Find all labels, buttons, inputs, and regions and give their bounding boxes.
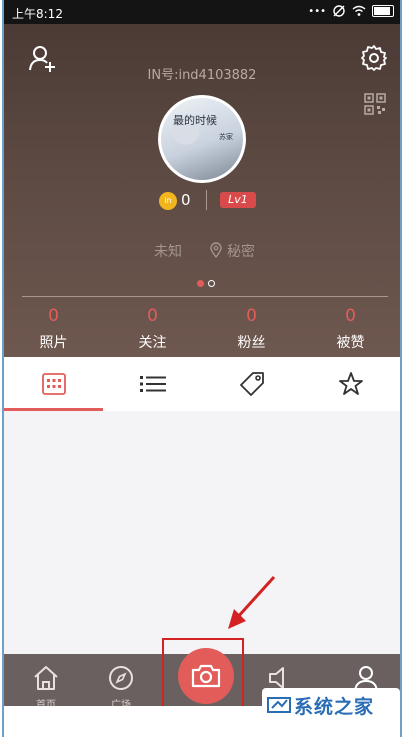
stat-value: 0 (345, 306, 356, 326)
grid-icon (41, 373, 66, 395)
level-badge[interactable]: Lv1 (220, 192, 256, 208)
location-text: 秘密 (227, 244, 255, 260)
status-bar: 上午8:12 ••• (4, 0, 400, 24)
page-indicator (197, 280, 215, 287)
wifi-icon (352, 5, 366, 16)
more-dots-icon: ••• (308, 5, 326, 17)
avatar-caption: 苏家 (219, 133, 233, 141)
tab-list[interactable] (103, 357, 202, 411)
nav-square[interactable]: 广场 (91, 654, 151, 711)
tag-icon (239, 372, 264, 396)
status-icons: ••• (308, 4, 394, 18)
annotation-highlight-box (162, 638, 244, 710)
stats-row: 0 照片 0 关注 0 粉丝 0 被赞 (4, 306, 400, 352)
stat-value: 0 (147, 306, 158, 326)
gender-text: 未知 (154, 244, 182, 260)
status-time: 上午8:12 (12, 7, 63, 21)
coin-divider (206, 190, 207, 210)
qr-code-icon[interactable] (364, 93, 386, 115)
star-icon (338, 372, 363, 395)
profile-header: IN号:ind4103882 最的时候 苏家 in 0 Lv1 未知 秘密 0 … (4, 24, 400, 357)
phone-screen: 上午8:12 ••• IN号:ind4103882 最的时候 苏家 in 0 L… (2, 0, 402, 737)
stat-label: 关注 (138, 335, 167, 351)
stat-following[interactable]: 0 关注 (103, 306, 202, 352)
stat-value: 0 (246, 306, 257, 326)
stat-label: 照片 (39, 335, 68, 351)
battery-icon (372, 5, 394, 17)
page-dot (208, 280, 215, 287)
stat-label: 粉丝 (237, 335, 266, 351)
page-dot-active (197, 280, 204, 287)
stat-likes[interactable]: 0 被赞 (301, 306, 400, 352)
nav-home[interactable]: 首页 (16, 654, 76, 711)
tab-tag[interactable] (202, 357, 301, 411)
coin-row: in 0 Lv1 (4, 190, 400, 212)
watermark-text: 系统之家 (294, 696, 375, 718)
in-number: IN号:ind4103882 (147, 68, 257, 83)
stats-divider (22, 296, 388, 297)
meta-row: 未知 秘密 (4, 241, 400, 261)
content-area (4, 411, 400, 654)
compass-icon (109, 666, 133, 690)
annotation-arrow (228, 575, 276, 629)
stat-followers[interactable]: 0 粉丝 (202, 306, 301, 352)
stat-label: 被赞 (336, 335, 365, 351)
list-icon (139, 376, 166, 392)
tab-favorites[interactable] (301, 357, 400, 411)
location-pin-icon (210, 242, 222, 258)
watermark: 系统之家 (262, 688, 400, 722)
stat-value: 0 (48, 306, 59, 326)
content-tabs (4, 357, 400, 411)
home-icon (34, 666, 58, 690)
stat-photos[interactable]: 0 照片 (4, 306, 103, 352)
avatar[interactable]: 最的时候 苏家 (158, 95, 246, 183)
avatar-text: 最的时候 (173, 114, 217, 127)
tab-grid[interactable] (4, 357, 103, 411)
alarm-off-icon (333, 5, 345, 17)
watermark-logo-icon (267, 697, 291, 713)
coin-icon: in (159, 192, 177, 210)
coin-count: 0 (181, 191, 191, 209)
